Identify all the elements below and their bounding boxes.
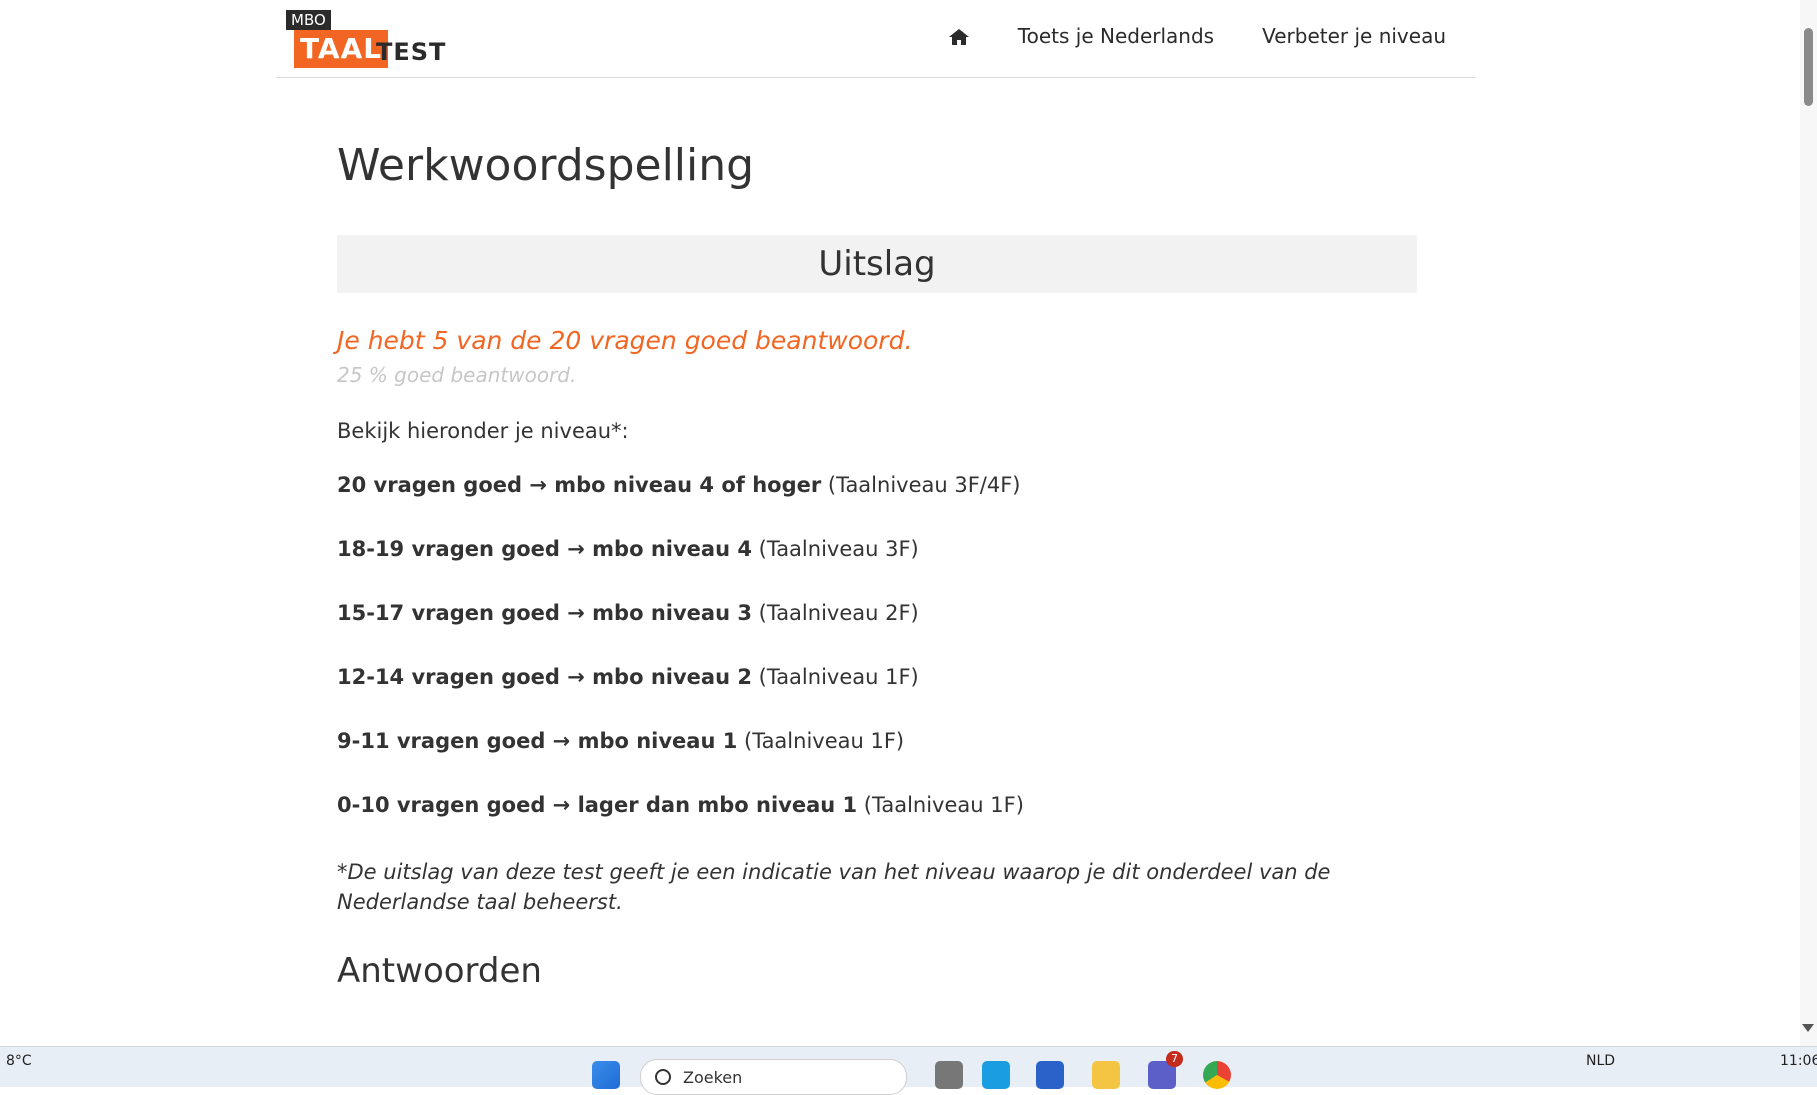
level-taalniveau: (Taalniveau 1F) xyxy=(857,793,1024,817)
level-taalniveau: (Taalniveau 3F) xyxy=(751,537,919,561)
level-range: 20 vragen goed → mbo niveau 4 of hoger xyxy=(337,473,822,497)
clock[interactable]: 11:06 xyxy=(1780,1053,1817,1069)
level-taalniveau: (Taalniveau 3F/4F) xyxy=(821,473,1021,497)
logo-test: TEST xyxy=(376,38,447,66)
percent-text: 25 % goed beantwoord. xyxy=(337,363,577,387)
level-row: 12-14 vragen goed → mbo niveau 2 (Taalni… xyxy=(337,665,1417,729)
level-taalniveau: (Taalniveau 1F) xyxy=(751,665,919,689)
level-range: 18-19 vragen goed → mbo niveau 4 xyxy=(337,537,752,561)
score-text: Je hebt 5 van de 20 vragen goed beantwoo… xyxy=(337,326,913,355)
file-explorer-icon[interactable] xyxy=(1092,1061,1120,1089)
search-placeholder: Zoeken xyxy=(683,1068,743,1087)
teams-notification-badge: 7 xyxy=(1166,1051,1183,1067)
level-list: 20 vragen goed → mbo niveau 4 of hoger (… xyxy=(337,473,1417,857)
page-title: Werkwoordspelling xyxy=(337,140,755,191)
windows-start-icon[interactable] xyxy=(592,1061,620,1089)
taskbar: 8°C Zoeken 7 NLD 11:06 xyxy=(0,1046,1817,1095)
disclaimer-note: *De uitslag van deze test geeft je een i… xyxy=(337,860,1331,914)
result-heading: Uitslag xyxy=(337,235,1417,293)
level-taalniveau: (Taalniveau 1F) xyxy=(737,729,905,753)
taskbar-search[interactable]: Zoeken xyxy=(640,1059,907,1095)
level-row: 9-11 vragen goed → mbo niveau 1 (Taalniv… xyxy=(337,729,1417,793)
edge-icon[interactable] xyxy=(982,1061,1010,1089)
level-range: 9-11 vragen goed → mbo niveau 1 xyxy=(337,729,738,753)
main-content: Werkwoordspelling Uitslag Je hebt 5 van … xyxy=(337,140,1417,991)
nav-toets-je-nederlands[interactable]: Toets je Nederlands xyxy=(1018,24,1214,48)
level-row: 20 vragen goed → mbo niveau 4 of hoger (… xyxy=(337,473,1417,537)
store-icon[interactable] xyxy=(1036,1061,1064,1089)
level-range: 15-17 vragen goed → mbo niveau 3 xyxy=(337,601,752,625)
vertical-scrollbar[interactable] xyxy=(1800,0,1817,1046)
main-nav: Toets je Nederlands Verbeter je niveau xyxy=(948,24,1446,48)
level-row: 18-19 vragen goed → mbo niveau 4 (Taalni… xyxy=(337,537,1417,601)
answers-heading: Antwoorden xyxy=(337,951,542,991)
logo-mbo: MBO xyxy=(286,10,331,30)
level-row: 15-17 vragen goed → mbo niveau 3 (Taalni… xyxy=(337,601,1417,665)
level-range: 12-14 vragen goed → mbo niveau 2 xyxy=(337,665,752,689)
chrome-icon[interactable] xyxy=(1203,1061,1231,1089)
home-icon[interactable] xyxy=(948,27,970,45)
scroll-thumb[interactable] xyxy=(1804,28,1813,106)
site-header: MBO TAAL TEST Toets je Nederlands Verbet… xyxy=(276,0,1476,78)
scroll-down-arrow-icon[interactable] xyxy=(1802,1024,1814,1032)
level-range: 0-10 vragen goed → lager dan mbo niveau … xyxy=(337,793,858,817)
task-view-icon[interactable] xyxy=(935,1061,963,1089)
level-taalniveau: (Taalniveau 2F) xyxy=(751,601,919,625)
nav-verbeter-je-niveau[interactable]: Verbeter je niveau xyxy=(1262,24,1446,48)
logo-taal: TAAL xyxy=(294,30,389,68)
site-logo[interactable]: MBO TAAL TEST xyxy=(286,10,446,68)
language-indicator[interactable]: NLD xyxy=(1586,1053,1615,1069)
search-icon xyxy=(655,1069,671,1085)
level-row: 0-10 vragen goed → lager dan mbo niveau … xyxy=(337,793,1417,857)
weather-temperature[interactable]: 8°C xyxy=(6,1053,32,1069)
intro-text: Bekijk hieronder je niveau*: xyxy=(337,419,629,443)
